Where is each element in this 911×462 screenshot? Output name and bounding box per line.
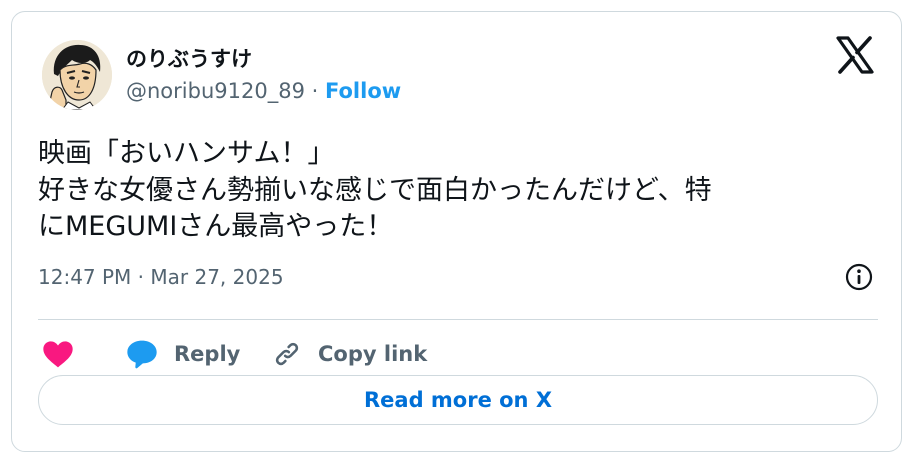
handle-row: @noribu9120_89 · Follow xyxy=(126,78,401,104)
tweet-text-line: 好きな女優さん勢揃いな感じで面白かったんだけど、特 xyxy=(38,174,712,206)
copy-link-label: Copy link xyxy=(318,342,428,366)
speech-bubble-icon xyxy=(127,340,157,369)
like-button[interactable] xyxy=(38,339,126,369)
follow-link[interactable]: Follow xyxy=(325,79,401,103)
heart-icon xyxy=(43,341,73,368)
avatar-illustration xyxy=(42,40,112,110)
link-icon xyxy=(275,342,299,366)
timestamp[interactable]: 12:47 PM · Mar 27, 2025 xyxy=(38,264,284,290)
x-logo-icon[interactable] xyxy=(835,36,875,74)
tweet-text-line: にMEGUMIさん最高やった！ xyxy=(38,211,394,242)
tweet-text-line: 映画「おいハンサム！」 xyxy=(38,138,335,169)
display-name[interactable]: のりぶうすけ xyxy=(126,46,252,72)
read-more-button[interactable]: Read more on X xyxy=(38,375,878,425)
handle[interactable]: @noribu9120_89 xyxy=(126,79,305,103)
reply-label: Reply xyxy=(174,342,241,366)
reply-button[interactable]: Reply xyxy=(126,339,272,369)
divider xyxy=(38,319,878,320)
copy-link-button[interactable]: Copy link xyxy=(272,339,427,369)
avatar[interactable] xyxy=(42,40,112,110)
separator-dot: · xyxy=(311,79,319,103)
tweet-card: のりぶうすけ @noribu9120_89 · Follow 映画「おいハンサム… xyxy=(11,11,902,452)
tweet-text: 映画「おいハンサム！」 好きな女優さん勢揃いな感じで面白かったんだけど、特 にM… xyxy=(38,136,712,246)
info-icon[interactable] xyxy=(844,262,874,292)
